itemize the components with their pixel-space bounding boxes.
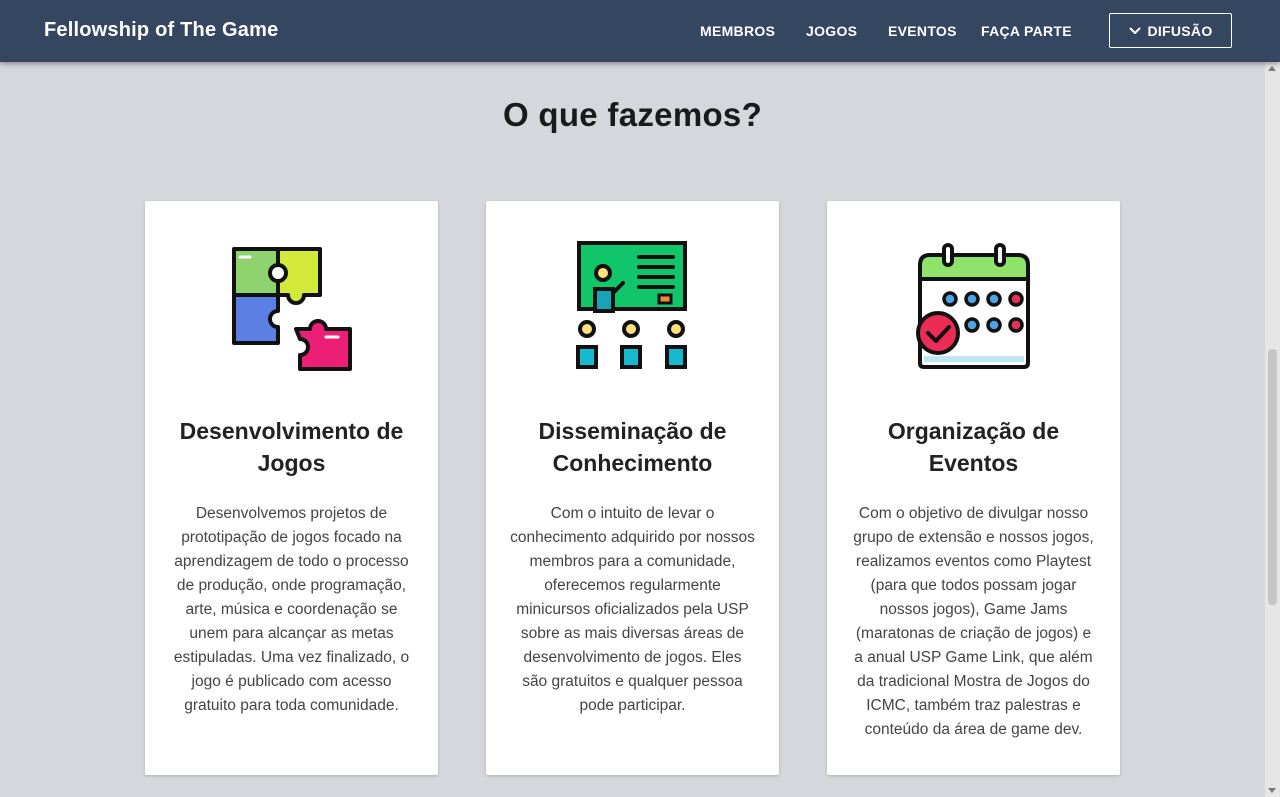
chevron-down-icon xyxy=(1129,27,1141,34)
nav-link-eventos[interactable]: EVENTOS xyxy=(888,23,957,39)
scroll-thumb[interactable] xyxy=(1268,349,1277,605)
puzzle-icon xyxy=(232,247,352,371)
brand-title[interactable]: Fellowship of The Game xyxy=(44,19,278,42)
card-description: Com o objetivo de divulgar nosso grupo d… xyxy=(853,505,1094,738)
top-navbar: Fellowship of The Game MEMBROS JOGOS EVE… xyxy=(0,0,1280,62)
card-game-development: Desenvolvimento de Jogos Desenvolvemos p… xyxy=(145,201,438,775)
card-title: Desenvolvimento de Jogos xyxy=(179,418,404,476)
scroll-up-arrow-icon[interactable] xyxy=(1268,66,1276,71)
nav-link-membros[interactable]: MEMBROS xyxy=(700,23,775,39)
card-event-organization: Organização de Eventos Com o objetivo de… xyxy=(827,201,1120,775)
nav-link-faca-parte[interactable]: FAÇA PARTE xyxy=(981,23,1072,39)
vertical-scrollbar[interactable] xyxy=(1265,62,1280,797)
classroom-icon xyxy=(576,241,687,369)
difusao-label: DIFUSÃO xyxy=(1147,22,1213,39)
card-description: Com o intuito de levar o conhecimento ad… xyxy=(510,505,755,714)
card-title: Organização de Eventos xyxy=(887,418,1060,476)
card-knowledge-dissemination: Disseminação de Conhecimento Com o intui… xyxy=(486,201,779,775)
card-title: Disseminação de Conhecimento xyxy=(538,418,727,476)
section-title: O que fazemos? xyxy=(502,96,763,133)
card-description: Desenvolvemos projetos de prototipação d… xyxy=(173,505,410,714)
calendar-icon xyxy=(916,243,1030,369)
scroll-down-arrow-icon[interactable] xyxy=(1268,788,1276,793)
nav-link-jogos[interactable]: JOGOS xyxy=(806,23,857,39)
difusao-dropdown-button[interactable]: DIFUSÃO xyxy=(1109,13,1232,48)
